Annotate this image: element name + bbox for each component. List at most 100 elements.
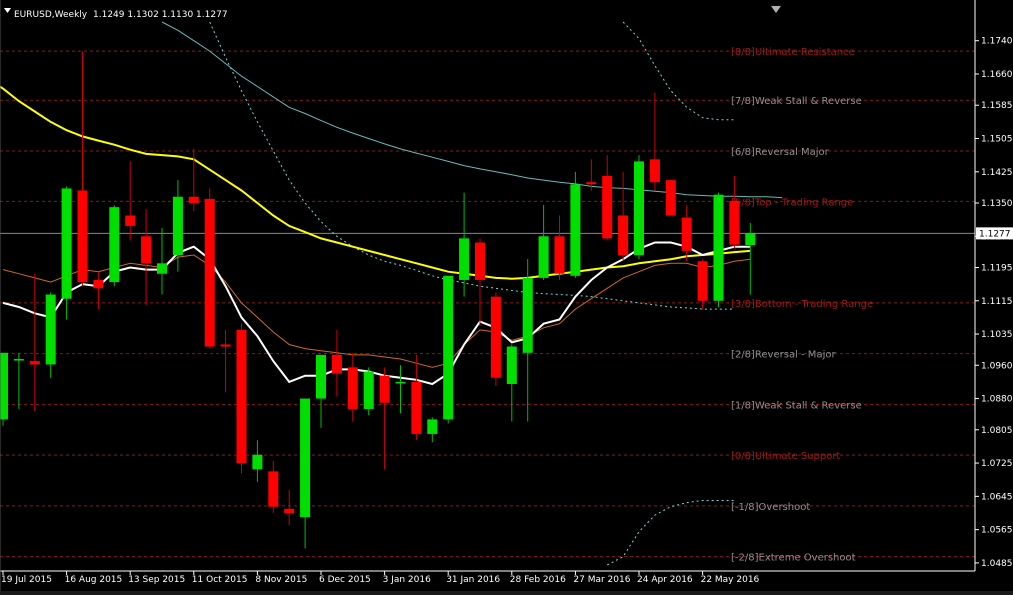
candle — [490, 292, 501, 387]
candle-body — [284, 508, 295, 513]
y-tick-label: 1.0880 — [981, 395, 1013, 405]
candle-body — [347, 367, 358, 409]
murrey-level-label: [-1/8]Overshoot — [731, 502, 810, 513]
candle-body — [729, 200, 740, 245]
candle-body — [443, 275, 454, 420]
candle-body — [45, 294, 56, 365]
bottom-strip — [0, 591, 1013, 595]
y-tick-label: 1.0645 — [981, 492, 1013, 502]
candle-body — [649, 159, 660, 183]
candle-body — [300, 398, 311, 518]
x-tick-label: 6 Dec 2015 — [319, 575, 371, 585]
candle-body — [395, 381, 406, 384]
y-tick-label: 1.0485 — [981, 559, 1013, 569]
murrey-level-label: [6/8]Reversal Major — [731, 147, 830, 158]
candle-body — [316, 354, 326, 399]
murrey-level-label: [7/8]Weak Stall & Reverse — [731, 96, 862, 107]
candle-body — [252, 454, 263, 470]
candle-body — [188, 196, 199, 203]
candle-body — [29, 361, 40, 365]
candle — [443, 275, 454, 424]
x-tick-label: 28 Feb 2016 — [510, 575, 566, 585]
y-tick-label: 1.0960 — [981, 361, 1013, 371]
x-tick-label: 11 Oct 2015 — [192, 575, 248, 585]
candle — [109, 205, 120, 287]
candle-body — [602, 175, 613, 239]
candle-body — [411, 381, 422, 434]
candle — [236, 323, 247, 474]
candle-body — [713, 194, 724, 301]
murrey-level-label: [2/8]Reversal - Major — [731, 350, 836, 361]
candle-body — [665, 180, 676, 216]
candle-body — [459, 238, 470, 280]
candle — [0, 352, 8, 426]
candle — [665, 180, 676, 216]
candle-body — [681, 217, 692, 251]
candle — [570, 171, 581, 278]
candle-body — [220, 344, 231, 347]
candle-body — [522, 277, 533, 353]
candle — [204, 188, 215, 349]
candle-body — [745, 233, 756, 246]
candle-body — [141, 236, 152, 264]
candle-body — [427, 419, 438, 434]
candle-body — [236, 329, 247, 464]
candle-body — [93, 279, 104, 289]
x-tick-label: 13 Sep 2015 — [128, 575, 185, 585]
murrey-level-label: [0/8]Ultimate Support — [731, 451, 840, 462]
x-tick-label: 16 Aug 2015 — [65, 575, 123, 585]
candle-body — [0, 352, 8, 420]
x-tick-label: 22 May 2016 — [701, 575, 760, 585]
candle — [713, 192, 724, 308]
candle — [363, 367, 374, 416]
symbol-timeframe-label: EURUSD,Weekly — [14, 10, 88, 20]
x-tick-label: 8 Nov 2015 — [255, 575, 307, 585]
murrey-level-label: [8/8]Ultimate Resistance — [731, 47, 855, 58]
x-tick-label: 24 Apr 2016 — [637, 575, 693, 585]
candle-body — [13, 359, 24, 361]
candle-body — [204, 198, 215, 347]
x-tick-label: 19 Jul 2015 — [1, 575, 52, 585]
y-tick-label: 1.1505 — [981, 135, 1013, 145]
candle-body — [331, 354, 342, 374]
y-tick-label: 1.1350 — [981, 199, 1013, 209]
candle-body — [586, 182, 597, 185]
candle-body — [61, 188, 72, 299]
y-tick-label: 1.1195 — [981, 263, 1013, 273]
candle-body — [77, 190, 88, 283]
murrey-level-label: [5/8]Top - Trading Range — [731, 197, 853, 208]
x-tick-label: 31 Jan 2016 — [446, 575, 500, 585]
candle-body — [634, 161, 644, 256]
candle-body — [697, 261, 708, 301]
candle-body — [475, 242, 485, 280]
candle-body — [157, 263, 167, 274]
y-tick-label: 1.1740 — [981, 37, 1013, 47]
murrey-level-label: [3/8]Bottom - Trading Range — [731, 299, 873, 310]
y-tick-label: 1.1425 — [981, 168, 1013, 178]
candle-body — [490, 296, 501, 378]
y-tick-label: 1.1660 — [981, 70, 1013, 80]
murrey-level-label: [1/8]Weak Stall & Reverse — [731, 400, 862, 411]
ohlc-values: 1.1249 1.1302 1.1130 1.1277 — [93, 10, 228, 20]
candle-body — [268, 471, 279, 507]
candle-body — [379, 375, 390, 403]
candle-body — [570, 184, 581, 276]
y-tick-label: 1.0565 — [981, 526, 1013, 536]
x-tick-label: 3 Jan 2016 — [383, 575, 431, 585]
candle-body — [506, 346, 517, 384]
y-tick-label: 1.1035 — [981, 330, 1013, 340]
candle-body — [538, 236, 549, 278]
murrey-level-label: [-2/8]Extreme Overshoot — [731, 553, 856, 564]
candle-body — [125, 215, 136, 226]
y-tick-label: 1.0805 — [981, 426, 1013, 436]
price-chart[interactable]: [8/8]Ultimate Resistance [7/8]Weak Stall … — [0, 0, 1013, 595]
x-tick-label: 27 Mar 2016 — [573, 575, 630, 585]
candle-body — [172, 196, 183, 256]
y-tick-label: 1.1585 — [981, 101, 1013, 111]
current-price-label: 1.1277 — [979, 229, 1011, 239]
candle-body — [554, 236, 565, 274]
candle-body — [109, 207, 120, 283]
y-tick-label: 1.1115 — [981, 297, 1013, 307]
candle-body — [618, 215, 629, 256]
y-tick-label: 1.0725 — [981, 459, 1013, 469]
